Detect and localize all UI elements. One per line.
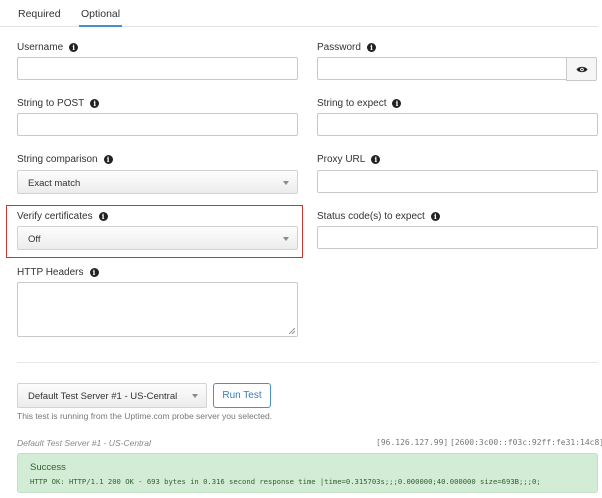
- info-icon[interactable]: i: [103, 155, 113, 164]
- proxy-url-label: Proxy URL i: [317, 154, 381, 165]
- result-server: Default Test Server #1 - US-Central: [17, 438, 151, 448]
- info-icon[interactable]: i: [69, 43, 79, 52]
- caret-down-icon: [283, 181, 289, 185]
- info-icon[interactable]: i: [98, 212, 108, 221]
- http-headers-label-text: HTTP Headers: [17, 267, 84, 278]
- status-codes-field[interactable]: [317, 226, 598, 249]
- string-to-post-field[interactable]: [17, 113, 298, 136]
- password-label: Password i: [317, 42, 376, 53]
- string-comparison-label-text: String comparison: [17, 154, 98, 165]
- password-field[interactable]: [317, 57, 567, 80]
- username-label: Username i: [17, 42, 79, 53]
- http-headers-textarea[interactable]: [17, 282, 298, 337]
- caret-down-icon: [283, 237, 289, 241]
- verify-certificates-value: Off: [28, 234, 41, 245]
- string-to-post-label-text: String to POST: [17, 98, 85, 109]
- tab-required[interactable]: Required: [18, 8, 61, 20]
- result-ipv6: [2600:3c00::f03c:92ff:fe31:14c8]: [450, 438, 602, 447]
- caret-down-icon: [192, 394, 198, 398]
- proxy-url-field[interactable]: [317, 170, 598, 193]
- string-comparison-value: Exact match: [28, 178, 81, 189]
- username-label-text: Username: [17, 42, 64, 53]
- string-to-post-label: String to POST i: [17, 98, 100, 109]
- verify-certificates-select[interactable]: Off: [17, 226, 298, 250]
- password-label-text: Password: [317, 42, 361, 53]
- info-icon[interactable]: i: [430, 212, 440, 221]
- info-icon[interactable]: i: [89, 268, 99, 277]
- helper-text: This test is running from the Uptime.com…: [17, 411, 273, 421]
- proxy-url-label-text: Proxy URL: [317, 154, 366, 165]
- info-icon[interactable]: i: [392, 99, 402, 108]
- string-comparison-select[interactable]: Exact match: [17, 170, 298, 194]
- run-test-button[interactable]: Run Test: [213, 383, 271, 408]
- username-field[interactable]: [17, 57, 298, 80]
- info-icon[interactable]: i: [371, 155, 381, 164]
- verify-certificates-label-text: Verify certificates: [17, 211, 93, 222]
- verify-certificates-label: Verify certificates i: [17, 211, 108, 222]
- divider: [17, 362, 598, 363]
- test-server-select[interactable]: Default Test Server #1 - US-Central: [17, 383, 207, 408]
- http-headers-label: HTTP Headers i: [17, 267, 99, 278]
- status-codes-label-text: Status code(s) to expect: [317, 211, 425, 222]
- eye-icon: [576, 66, 588, 73]
- string-comparison-label: String comparison i: [17, 154, 113, 165]
- status-codes-label: Status code(s) to expect i: [317, 211, 440, 222]
- result-status: Success: [30, 462, 66, 473]
- resize-handle[interactable]: [289, 328, 295, 334]
- result-ipv4: [96.126.127.99]: [376, 438, 449, 447]
- show-password-button[interactable]: [566, 57, 597, 81]
- info-icon[interactable]: i: [90, 99, 100, 108]
- string-to-expect-field[interactable]: [317, 113, 598, 136]
- string-to-expect-label: String to expect i: [317, 98, 402, 109]
- string-to-expect-label-text: String to expect: [317, 98, 387, 109]
- info-icon[interactable]: i: [366, 43, 376, 52]
- result-message: HTTP OK: HTTP/1.1 200 OK - 693 bytes in …: [30, 477, 541, 486]
- tab-optional[interactable]: Optional: [78, 8, 123, 27]
- test-server-value: Default Test Server #1 - US-Central: [28, 391, 178, 402]
- tab-bar: Required Optional: [0, 0, 598, 27]
- result-box: Success HTTP OK: HTTP/1.1 200 OK - 693 b…: [17, 453, 598, 493]
